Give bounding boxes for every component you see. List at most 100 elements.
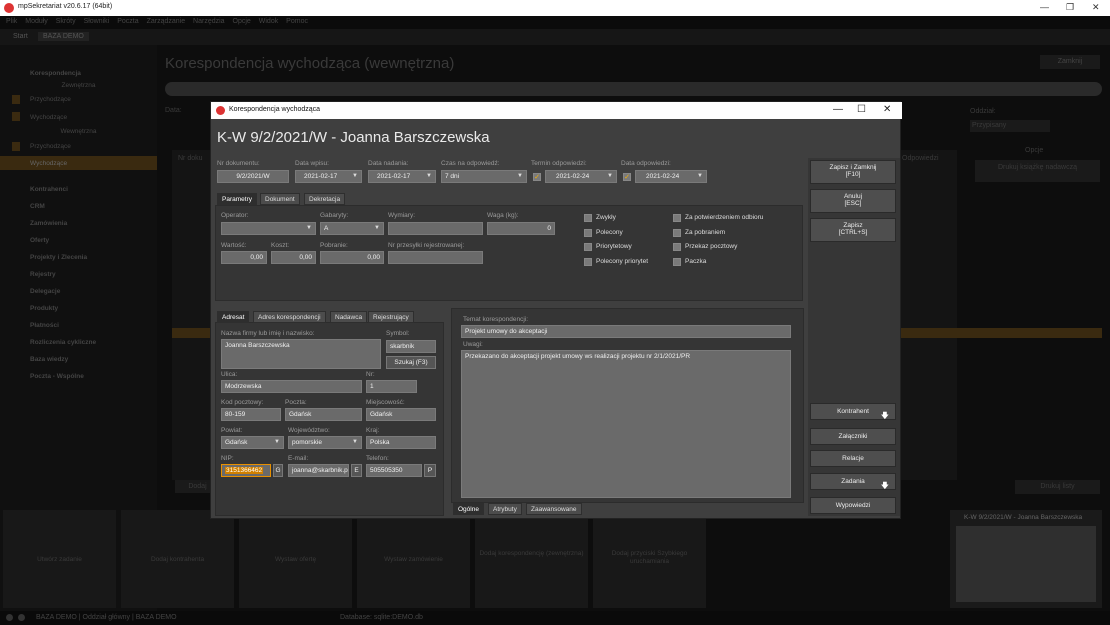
tile-dodaj-korespondencje[interactable]: Dodaj korespondencję (zewnętrzna) (475, 510, 588, 608)
tab-dekretacja[interactable]: Dekretacja (304, 193, 346, 205)
dialog-maximize-icon[interactable]: ☐ (857, 104, 866, 115)
gabaryty-select[interactable]: A (320, 222, 384, 235)
poczta-field[interactable]: Gdańsk (285, 408, 362, 421)
operator-select[interactable] (221, 222, 316, 235)
wartosc-field[interactable]: 0,00 (221, 251, 267, 264)
menu-narzedzia[interactable]: Narzędzia (193, 18, 225, 25)
sidebar-group-crm[interactable]: CRM (30, 203, 45, 210)
close-icon[interactable]: ✕ (1092, 2, 1100, 13)
szukaj-button[interactable]: Szukaj (F3) (386, 356, 436, 369)
sidebar-group-oferty[interactable]: Oferty (30, 237, 49, 244)
nr-field[interactable]: 1 (366, 380, 417, 393)
menu-poczta[interactable]: Poczta (117, 18, 138, 25)
checkbox-polecony[interactable] (584, 229, 592, 237)
uwagi-field[interactable]: Przekazano do akceptacji projekt umowy w… (461, 350, 791, 498)
termin-odpowiedzi-checkbox[interactable]: ✓ (533, 173, 541, 181)
nr-przesylki-field[interactable] (388, 251, 483, 264)
data-odpowiedzi-field[interactable]: 2021-02-24 (635, 170, 707, 183)
sidebar-item-wychodzace-wew[interactable]: Wychodzące (30, 160, 67, 167)
sidebar-item-przychodzace[interactable]: Przychodzące (30, 96, 71, 103)
email-send-button[interactable]: E (351, 464, 362, 477)
sidebar-header-korespondencja[interactable]: Korespondencja (30, 70, 81, 77)
zadania-button[interactable]: Zadania 🡇 (810, 473, 896, 490)
sidebar-group-projekty[interactable]: Projekty i Zlecenia (30, 254, 87, 261)
checkbox-priorytetowy[interactable] (584, 243, 592, 251)
background-drukuj-listy-button[interactable]: Drukuj listy (1015, 480, 1100, 494)
termin-odpowiedzi-field[interactable]: 2021-02-24 (545, 170, 617, 183)
sidebar-group-baza-wiedzy[interactable]: Baza wiedzy (30, 356, 68, 363)
tab-baza-demo[interactable]: BAZA DEMO (38, 32, 89, 41)
kod-field[interactable]: 80-159 (221, 408, 281, 421)
tile-szybkie-uruchamianie[interactable]: Dodaj przyciski Szybkiego uruchamiania (593, 510, 706, 608)
tab-dokument[interactable]: Dokument (260, 193, 300, 205)
sidebar-item-przychodzace-wew[interactable]: Przychodzące (30, 143, 71, 150)
checkbox-przekaz-pocztowy[interactable] (673, 243, 681, 251)
waga-field[interactable]: 0 (487, 222, 555, 235)
sidebar-group-rejestry[interactable]: Rejestry (30, 271, 56, 278)
background-search-input[interactable] (165, 82, 1102, 96)
wypowiedzi-button[interactable]: Wypowiedzi (810, 497, 896, 514)
dialog-minimize-icon[interactable]: — (833, 104, 843, 115)
checkbox-za-potwierdzeniem[interactable] (673, 214, 681, 222)
dialog-close-icon[interactable]: ✕ (883, 104, 891, 115)
ulica-field[interactable]: Modrzewska (221, 380, 362, 393)
sidebar-group-delegacje[interactable]: Delegacje (30, 288, 60, 295)
sidebar-group-poczta-wspolne[interactable]: Poczta - Wspólne (30, 373, 84, 380)
menu-slowniki[interactable]: Słowniki (84, 18, 110, 25)
menu-widok[interactable]: Widok (259, 18, 278, 25)
relacje-button[interactable]: Relacje (810, 450, 896, 467)
sidebar-item-wychodzace[interactable]: Wychodzące (30, 114, 67, 121)
save-close-button[interactable]: Zapisz i Zamknij [F10] (810, 160, 896, 184)
menu-pomoc[interactable]: Pomoc (286, 18, 308, 25)
wojewodztwo-select[interactable]: pomorskie (288, 436, 362, 449)
kraj-field[interactable]: Polska (366, 436, 436, 449)
telefon-call-button[interactable]: P (424, 464, 436, 477)
tab-start[interactable]: Start (8, 32, 33, 41)
temat-field[interactable]: Projekt umowy do akceptacji (461, 325, 791, 338)
save-button[interactable]: Zapisz [CTRL+S] (810, 218, 896, 242)
telefon-field[interactable]: 505505350 (366, 464, 422, 477)
menu-skroty[interactable]: Skróty (56, 18, 76, 25)
data-wpisu-field[interactable]: 2021-02-17 (295, 170, 362, 183)
wymiary-field[interactable] (388, 222, 483, 235)
pobranie-field[interactable]: 0,00 (320, 251, 384, 264)
checkbox-zwykly[interactable] (584, 214, 592, 222)
sidebar-group-platnosci[interactable]: Płatności (30, 322, 59, 329)
kontrahent-button[interactable]: Kontrahent 🡇 (810, 403, 896, 420)
nip-field[interactable]: 3151366462 (221, 464, 271, 477)
menu-opcje[interactable]: Opcje (233, 18, 251, 25)
symbol-field[interactable]: skarbnik (386, 340, 436, 353)
tile-utworz-zadanie[interactable]: Utwórz zadanie (3, 510, 116, 608)
tab-rejestrujacy[interactable]: Rejestrujący (368, 311, 414, 323)
sidebar-group-produkty[interactable]: Produkty (30, 305, 58, 312)
powiat-select[interactable]: Gdańsk (221, 436, 284, 449)
miejscowosc-field[interactable]: Gdańsk (366, 408, 436, 421)
nr-dokumentu-field[interactable]: 9/2/2021/W (217, 170, 289, 183)
sidebar-group-kontrahenci[interactable]: Kontrahenci (30, 186, 68, 193)
checkbox-paczka[interactable] (673, 258, 681, 266)
menu-zarzadzanie[interactable]: Zarządzanie (147, 18, 186, 25)
tab-atrybuty[interactable]: Atrybuty (488, 503, 522, 515)
data-odpowiedzi-checkbox[interactable]: ✓ (623, 173, 631, 181)
tile-dodaj-kontrahenta[interactable]: Dodaj kontrahenta (121, 510, 234, 608)
tile-wystaw-oferte[interactable]: Wystaw ofertę (239, 510, 352, 608)
data-nadania-field[interactable]: 2021-02-17 (368, 170, 436, 183)
menu-moduly[interactable]: Moduły (25, 18, 48, 25)
menu-plik[interactable]: Plik (6, 18, 17, 25)
maximize-icon[interactable]: ❐ (1066, 2, 1074, 13)
sidebar-group-zamowienia[interactable]: Zamówienia (30, 220, 67, 227)
czas-odpowiedzi-select[interactable]: 7 dni (441, 170, 527, 183)
background-close-button[interactable]: Zamknij (1040, 55, 1100, 69)
nip-gus-button[interactable]: G (273, 464, 283, 477)
tab-zaawansowane[interactable]: Zaawansowane (526, 503, 582, 515)
sidebar-group-rozliczenia[interactable]: Rozliczenia cykliczne (30, 339, 96, 346)
background-oddzial-select[interactable]: Przypisany (970, 120, 1050, 132)
background-drukuj-ksiazke-button[interactable]: Drukuj książkę nadawczą (975, 160, 1100, 182)
tab-adres-korespondencji[interactable]: Adres korespondencji (253, 311, 326, 323)
tab-ogolne[interactable]: Ogólne (453, 503, 484, 515)
cancel-button[interactable]: Anuluj [ESC] (810, 189, 896, 213)
koszt-field[interactable]: 0,00 (271, 251, 316, 264)
email-field[interactable]: joanna@skarbnik.p (288, 464, 349, 477)
zalaczniki-button[interactable]: Załączniki (810, 428, 896, 445)
checkbox-za-pobraniem[interactable] (673, 229, 681, 237)
